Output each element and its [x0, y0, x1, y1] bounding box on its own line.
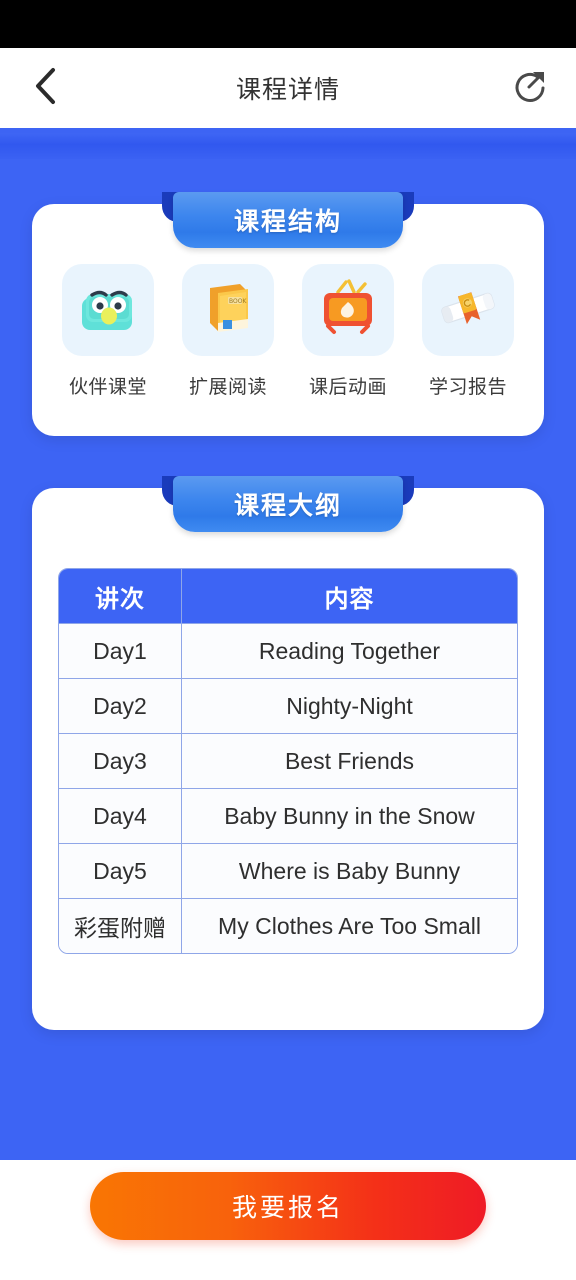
structure-item-extended-reading[interactable]: BOOK 扩展阅读: [176, 264, 280, 399]
table-row: Day4 Baby Bunny in the Snow: [59, 788, 517, 843]
icon-tile: [422, 264, 514, 356]
table-cell-content: My Clothes Are Too Small: [181, 899, 517, 953]
table-cell-lesson: 彩蛋附赠: [74, 915, 166, 941]
table-row: Day2 Nighty-Night: [59, 678, 517, 733]
table-cell-content: Baby Bunny in the Snow: [181, 789, 517, 843]
icon-tile: [302, 264, 394, 356]
banner-body: 课程结构: [173, 192, 403, 248]
banner-title: 课程结构: [233, 208, 342, 236]
chevron-left-icon: [33, 66, 59, 111]
table-row: Day5 Where is Baby Bunny: [59, 843, 517, 898]
structure-item-learning-report[interactable]: 学习报告: [416, 264, 520, 399]
outline-table: 讲次 内容 Day1 Reading Together Day2 Nighty-…: [58, 568, 518, 954]
share-circle-icon: [511, 67, 549, 110]
owl-classroom-icon: [76, 276, 140, 345]
share-button[interactable]: [506, 64, 554, 112]
structure-item-label: 扩展阅读: [188, 377, 267, 398]
icon-tile: [62, 264, 154, 356]
banner-title: 课程大纲: [233, 492, 342, 520]
table-cell-lesson: Day4: [93, 802, 147, 829]
table-cell-content: Nighty-Night: [181, 679, 517, 733]
diploma-scroll-icon: [436, 276, 500, 345]
footer-bar: 我要报名: [0, 1160, 576, 1280]
top-accent-band: [0, 133, 576, 159]
icon-tile: BOOK: [182, 264, 274, 356]
table-row: Day3 Best Friends: [59, 733, 517, 788]
structure-item-partner-classroom[interactable]: 伙伴课堂: [56, 264, 160, 399]
svg-text:BOOK: BOOK: [229, 298, 247, 305]
page-title: 课程详情: [235, 76, 340, 104]
table-header-lesson: 讲次: [95, 585, 145, 613]
structure-item-label: 学习报告: [428, 377, 507, 398]
table-cell-content: Best Friends: [181, 734, 517, 788]
table-cell-lesson: Day1: [93, 637, 147, 664]
status-bar: [0, 0, 576, 48]
structure-item-after-class-animation[interactable]: 课后动画: [296, 264, 400, 399]
table-cell-content: Where is Baby Bunny: [181, 844, 517, 898]
table-cell-lesson: Day2: [93, 692, 147, 719]
course-structure-banner: 课程结构: [162, 192, 414, 248]
course-outline-card: 讲次 内容 Day1 Reading Together Day2 Nighty-…: [32, 488, 544, 1030]
table-cell-lesson: Day5: [93, 857, 147, 884]
table-row: 彩蛋附赠 My Clothes Are Too Small: [59, 898, 517, 953]
back-button[interactable]: [22, 64, 70, 112]
table-header-row: 讲次 内容: [59, 569, 517, 623]
nav-bar: 课程详情: [0, 48, 576, 128]
banner-body: 课程大纲: [173, 476, 403, 532]
structure-item-label: 课后动画: [308, 377, 387, 398]
enroll-button[interactable]: 我要报名: [90, 1172, 486, 1240]
structure-icon-row: 伙伴课堂 BOOK 扩展阅读 课后动画 学习报告: [32, 264, 544, 399]
tv-animation-icon: [316, 276, 380, 345]
table-cell-lesson: Day3: [93, 747, 147, 774]
table-cell-content: Reading Together: [181, 624, 517, 678]
phone-screen: 课程详情 伙伴课堂 BOOK 扩展阅读 课后动画 学习报告 课程结构 讲次 内容…: [0, 0, 576, 1280]
table-row: Day1 Reading Together: [59, 623, 517, 678]
table-header-content: 内容: [181, 569, 517, 623]
book-icon: BOOK: [196, 276, 260, 345]
structure-item-label: 伙伴课堂: [68, 377, 147, 398]
course-outline-banner: 课程大纲: [162, 476, 414, 532]
